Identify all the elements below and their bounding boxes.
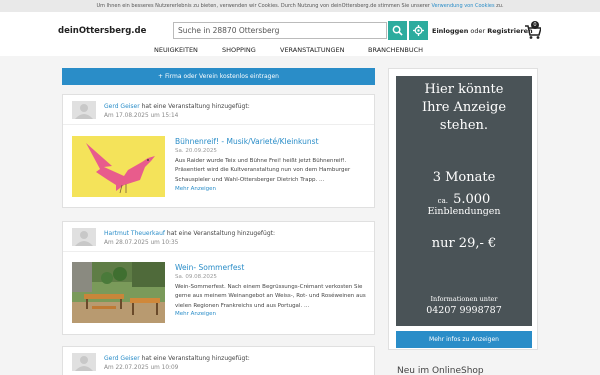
card-header: Gerd Geiser hat eine Veranstaltung hinzu… [63,95,374,125]
ad-info-button[interactable]: Mehr infos zu Anzeigen [396,331,532,348]
cart-count-badge: 0 [531,21,539,29]
activity-line: Gerd Geiser hat eine Veranstaltung hinzu… [104,355,250,362]
event-title-link[interactable]: Bühnenreif! - Musik/Varieté/Kleinkunst [175,137,319,146]
nav-item-veranstaltungen[interactable]: VERANSTALTUNGEN [280,44,344,56]
event-date: Sa. 09.08.2025 [175,274,217,280]
user-placeholder-icon [75,231,93,246]
cookie-suffix: zu. [494,3,504,9]
ad-impressions-label: Einblendungen [427,206,501,217]
post-timestamp: Am 28.07.2025 um 10:35 [104,240,179,246]
activity-text: hat eine Veranstaltung hinzugefügt: [165,230,276,237]
or-text: oder [468,27,488,35]
advertisement-banner[interactable]: Hier könnte Ihre Anzeige stehen. 3 Monat… [396,76,532,326]
ad-impressions-count: ca. 5.000 [396,188,532,207]
online-shop-heading: Neu im OnlineShop [397,366,484,375]
user-placeholder-icon [75,104,93,119]
user-placeholder-icon [75,356,93,371]
activity-text: hat eine Veranstaltung hinzugefügt: [139,355,250,362]
login-link[interactable]: Einloggen [432,27,468,35]
activity-text: hat eine Veranstaltung hinzugefügt: [139,103,250,110]
more-link[interactable]: Mehr Anzeigen [175,186,216,192]
crosshair-icon [413,25,424,36]
avatar [72,353,96,371]
add-company-button[interactable]: + Firma oder Verein kostenlos eintragen [62,68,375,85]
ad-price: nur 29,- € [431,236,497,251]
nav-item-shopping[interactable]: SHOPPING [222,44,256,56]
search-input[interactable] [173,22,387,39]
nav-item-neuigkeiten[interactable]: NEUIGKEITEN [154,44,198,56]
activity-line: Hartmut Theuerkauf hat eine Veranstaltun… [104,230,275,237]
ad-headline-2: Ihre Anzeige [421,100,507,115]
activity-line: Gerd Geiser hat eine Veranstaltung hinzu… [104,103,250,110]
more-link[interactable]: Mehr Anzeigen [175,311,216,317]
event-description: Wein-Sommerfest. Nach einem Begrüssungs-… [175,284,366,309]
user-link[interactable]: Hartmut Theuerkauf [104,230,165,237]
account-links: Einloggen oder Registrieren [432,27,533,35]
main-nav: NEUIGKEITEN SHOPPING VERANSTALTUNGEN BRA… [0,44,600,56]
post-timestamp: Am 17.08.2025 um 15:14 [104,113,179,119]
ad-phone: 04207 9998787 [426,305,502,316]
site-header: deinOttersberg.de Einloggen oder Registr… [0,12,600,44]
event-description: Aus Raider wurde Teix und Bühne Frei! he… [175,158,351,183]
event-image[interactable] [72,136,165,197]
location-button[interactable] [409,21,428,40]
avatar [72,228,96,246]
event-date: Sa. 20.09.2025 [175,148,217,154]
cookie-text: Um Ihnen ein besseres Nutzererlebnis zu … [96,3,430,9]
card-header: Hartmut Theuerkauf hat eine Veranstaltun… [63,222,374,252]
search-button[interactable] [388,21,407,40]
ad-headline-3: stehen. [439,118,489,133]
feed-card: Hartmut Theuerkauf hat eine Veranstaltun… [62,221,375,335]
ad-headline-1: Hier könnte [424,82,504,97]
cookie-notice: Um Ihnen ein besseres Nutzererlebnis zu … [0,0,600,12]
post-timestamp: Am 22.07.2025 um 10:09 [104,365,179,371]
garden-photo [72,262,165,323]
card-header: Gerd Geiser hat eine Veranstaltung hinzu… [63,347,374,375]
ad-info-label: Informationen unter [430,295,498,303]
nav-item-branchenbuch[interactable]: BRANCHENBUCH [368,44,423,56]
search-icon [392,25,403,36]
avatar [72,101,96,119]
ad-duration: 3 Monate [432,170,496,185]
ad-impressions-value: 5.000 [453,192,491,207]
ad-ca-label: ca. [437,197,448,205]
event-title-link[interactable]: Wein- Sommerfest [175,263,244,272]
user-link[interactable]: Gerd Geiser [104,103,140,110]
user-link[interactable]: Gerd Geiser [104,355,140,362]
bird-illustration [72,136,165,197]
cookie-policy-link[interactable]: Verwendung von Cookies [431,3,494,9]
feed-card: Gerd Geiser hat eine Veranstaltung hinzu… [62,346,375,375]
event-image[interactable] [72,262,165,323]
feed-card: Gerd Geiser hat eine Veranstaltung hinzu… [62,94,375,208]
site-logo[interactable]: deinOttersberg.de [58,26,146,36]
